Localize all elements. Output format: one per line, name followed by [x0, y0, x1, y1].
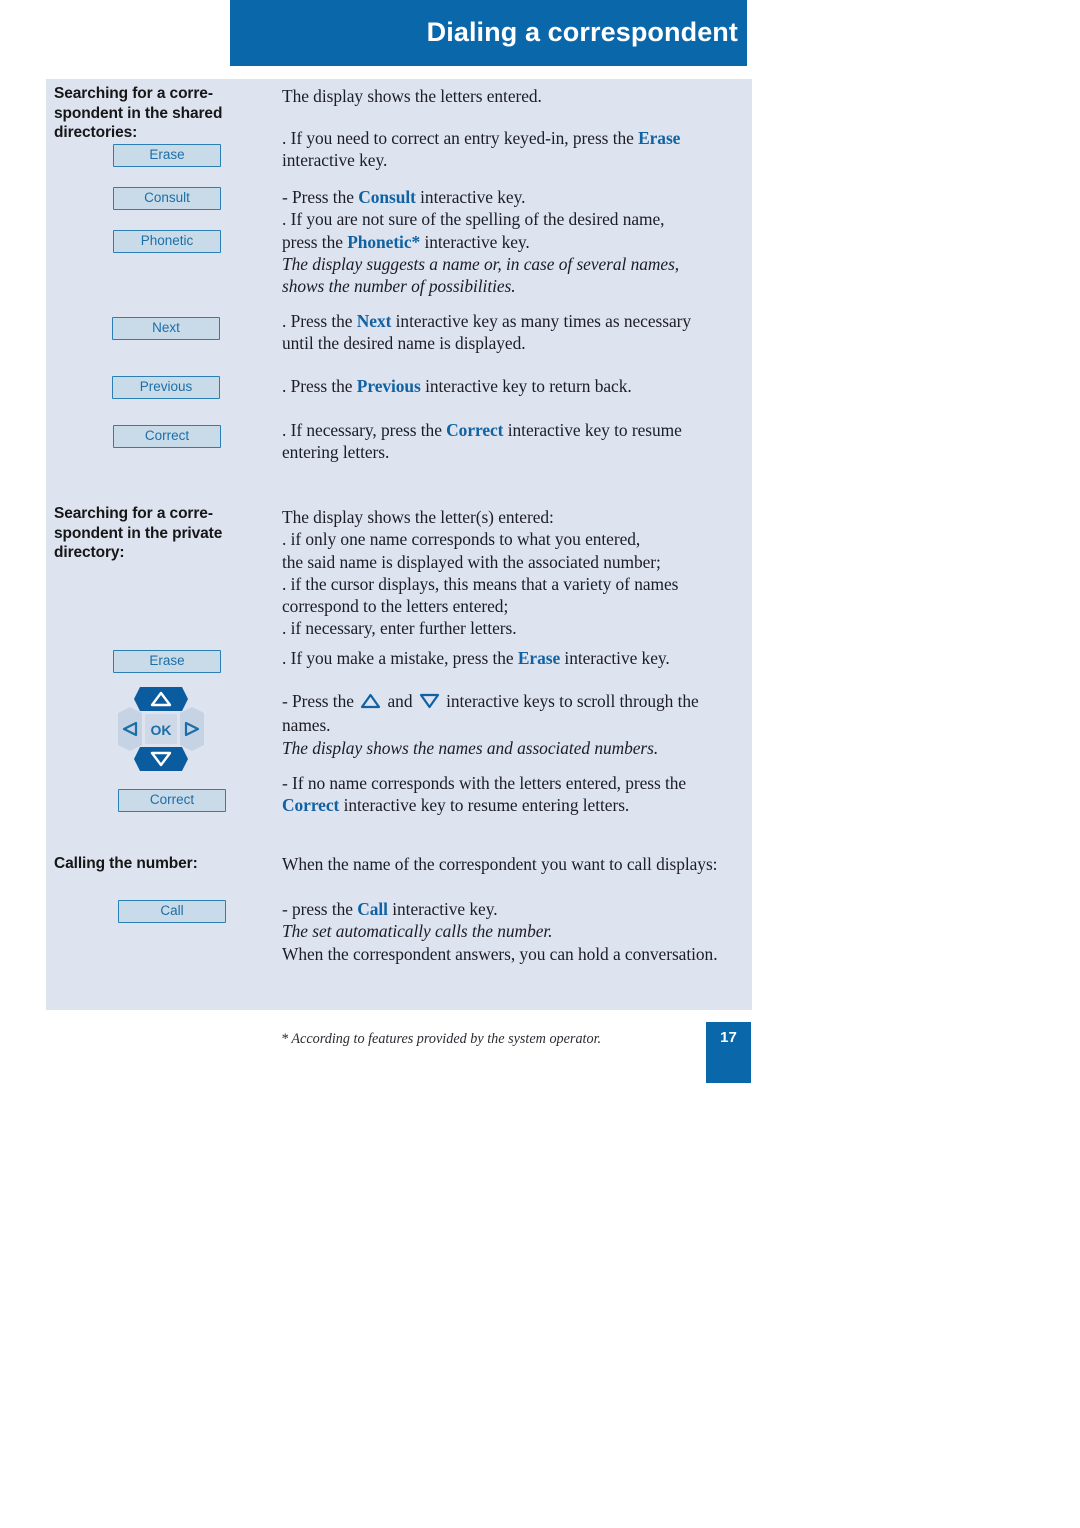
paragraph-previous: . Press the Previous interactive key to … [282, 375, 750, 397]
keyword-call: Call [357, 899, 388, 919]
text-run: interactive key. [560, 648, 670, 668]
text-run: interactive key. [415, 187, 526, 207]
paragraph-display-letters: The display shows the letters entered. [282, 85, 750, 107]
text-run: . If you are not sure of the spelling of… [282, 209, 665, 230]
keyword-next: Next [356, 311, 392, 331]
keyword-phonetic: Phonetic* [347, 231, 421, 252]
text-run-italic: shows the number of possibilities. [282, 276, 516, 297]
keyword-consult: Consult [358, 187, 416, 207]
softkey-label: Erase [149, 147, 185, 162]
softkey-label: Correct [149, 792, 195, 807]
keyword-previous: Previous [356, 376, 421, 396]
text-run: until the desired name is displayed. [282, 333, 526, 354]
text-run: names. [282, 715, 331, 736]
paragraph-no-name-correct: - If no name corresponds with the letter… [282, 772, 750, 817]
paragraph-scroll-names: - Press the and interactive keys to scro… [282, 690, 750, 759]
text-run: interactive key. [420, 231, 530, 252]
text-run: . If you need to correct an entry keyed-… [282, 128, 639, 148]
paragraph-private-display: The display shows the letter(s) entered:… [282, 506, 750, 640]
content-panel: Searching for a corre- spondent in the s… [46, 79, 752, 1010]
navigation-pad[interactable]: OK [116, 685, 206, 773]
navpad-down-key [134, 747, 188, 771]
text-run: interactive key. [282, 150, 388, 171]
navpad-right-key [180, 707, 204, 751]
navpad-ok-key: OK [145, 714, 177, 744]
page-number-box: 17 [706, 1022, 751, 1083]
page-header-bar: Dialing a correspondent [230, 0, 747, 66]
text-run: - If no name corresponds with the letter… [282, 773, 687, 793]
text-run-italic: The display shows the names and associat… [282, 737, 659, 758]
softkey-previous[interactable]: Previous [112, 376, 220, 399]
section-heading-shared: Searching for a corre- spondent in the s… [54, 85, 223, 141]
section-heading-private: Searching for a corre- spondent in the p… [54, 505, 223, 561]
paragraph-correct: . If necessary, press the Correct intera… [282, 419, 750, 464]
page-title: Dialing a correspondent [426, 17, 738, 47]
up-arrow-icon [360, 692, 381, 714]
softkey-phonetic[interactable]: Phonetic [113, 230, 221, 253]
text-run: interactive key as many times as necessa… [391, 311, 691, 331]
paragraph-press-call: - press the Call interactive key. The se… [282, 898, 750, 965]
keyword-correct: Correct [446, 420, 504, 440]
softkey-label: Phonetic [140, 233, 194, 248]
text-run: The display shows the letters entered. [282, 86, 542, 106]
text-run: interactive key to resume entering lette… [339, 795, 630, 816]
text-run-italic: The set automatically calls the number. [282, 921, 553, 942]
text-run: . Press the [282, 311, 357, 331]
text-run: and [383, 691, 417, 711]
text-run: . if necessary, enter further letters. [282, 618, 517, 639]
softkey-erase-shared[interactable]: Erase [113, 144, 221, 167]
paragraph-correct-entry: . If you need to correct an entry keyed-… [282, 127, 750, 172]
softkey-label: Consult [144, 190, 190, 205]
softkey-label: Previous [139, 379, 193, 394]
down-arrow-icon [419, 692, 440, 714]
text-run: - press the [282, 899, 358, 919]
text-run: interactive keys to scroll through the [441, 691, 699, 711]
softkey-consult[interactable]: Consult [113, 187, 221, 210]
text-run: press the [282, 231, 348, 252]
text-run: correspond to the letters entered; [282, 596, 509, 617]
text-run: . if the cursor displays, this means tha… [282, 573, 679, 594]
section-heading-calling: Calling the number: [54, 855, 198, 872]
paragraph-when-name-displays: When the name of the correspondent you w… [282, 853, 750, 875]
text-run: . Press the [282, 376, 357, 396]
text-run: interactive key. [387, 899, 498, 919]
softkey-label: Call [160, 903, 184, 918]
text-run: - Press the [282, 187, 359, 207]
navpad-up-key [134, 687, 188, 711]
paragraph-next: . Press the Next interactive key as many… [282, 310, 750, 355]
text-run: The display shows the letter(s) entered: [282, 507, 554, 527]
softkey-correct-private[interactable]: Correct [118, 789, 226, 812]
keyword-erase: Erase [517, 648, 561, 668]
text-run: . If necessary, press the [282, 420, 447, 440]
navpad-ok-label: OK [151, 722, 172, 738]
text-run: When the correspondent answers, you can … [282, 943, 718, 964]
softkey-erase-private[interactable]: Erase [113, 650, 221, 673]
page-number: 17 [720, 1029, 737, 1046]
text-run: entering letters. [282, 442, 390, 463]
softkey-correct-shared[interactable]: Correct [113, 425, 221, 448]
paragraph-private-mistake: . If you make a mistake, press the Erase… [282, 647, 750, 669]
softkey-label: Next [152, 320, 180, 335]
keyword-correct: Correct [282, 795, 340, 816]
text-run-italic: The display suggests a name or, in case … [282, 253, 680, 274]
navpad-left-key [118, 707, 142, 751]
softkey-label: Erase [149, 653, 185, 668]
text-run: . if only one name corresponds to what y… [282, 529, 641, 550]
text-run: - Press the [282, 691, 359, 711]
text-run: interactive key to return back. [420, 376, 632, 396]
footnote: * According to features provided by the … [281, 1031, 602, 1047]
softkey-call[interactable]: Call [118, 900, 226, 923]
text-run: When the name of the correspondent you w… [282, 854, 718, 874]
softkey-label: Correct [144, 428, 190, 443]
text-run: the said name is displayed with the asso… [282, 551, 661, 572]
paragraph-consult: - Press the Consult interactive key. . I… [282, 186, 750, 297]
softkey-next[interactable]: Next [112, 317, 220, 340]
text-run: interactive key to resume [503, 420, 682, 440]
text-run: . If you make a mistake, press the [282, 648, 518, 668]
keyword-erase: Erase [638, 128, 681, 148]
